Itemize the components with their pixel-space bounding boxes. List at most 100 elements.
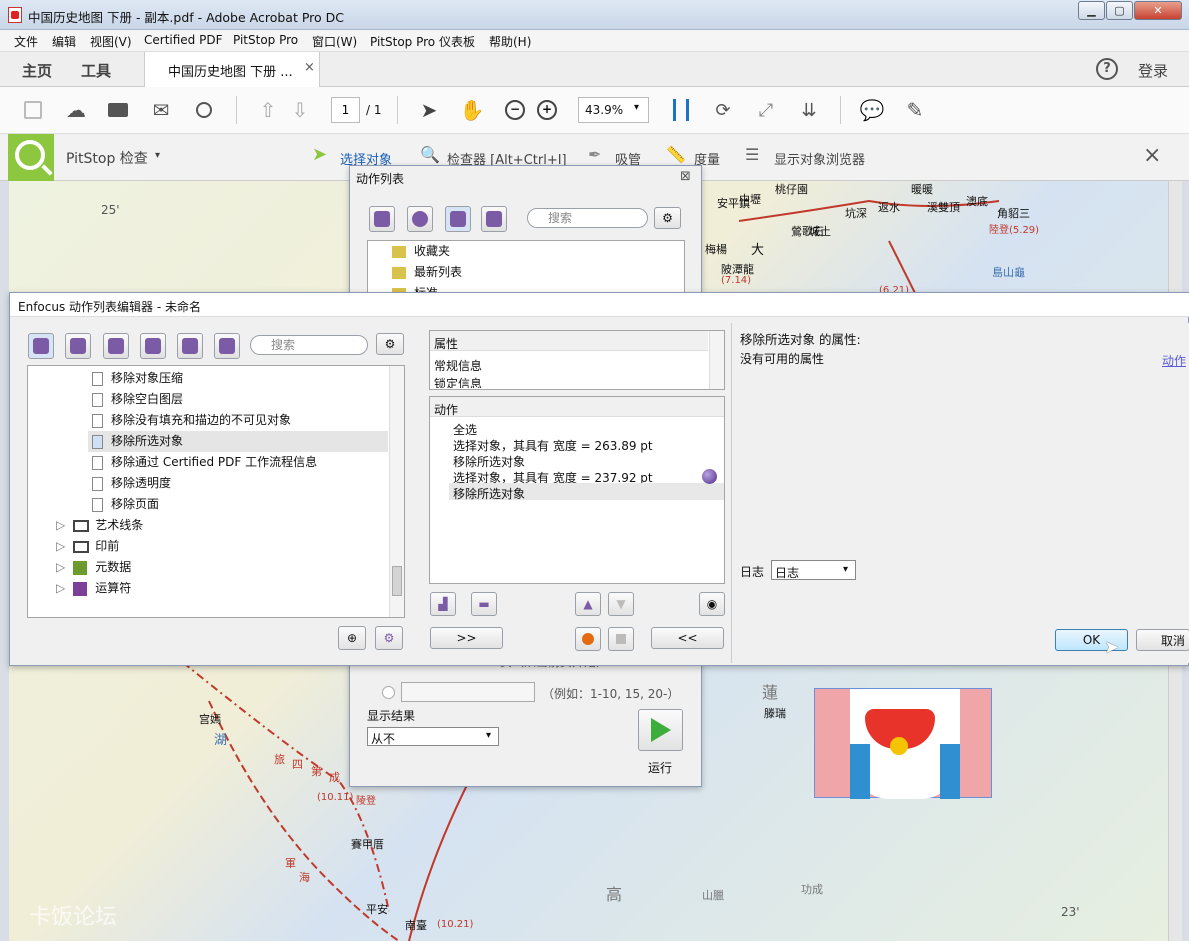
document-icon [92, 476, 103, 491]
scroll-mode-icon[interactable]: ⇊ [795, 96, 823, 124]
globe-icon[interactable] [407, 206, 433, 232]
tree-group-lineart[interactable]: ▷ 艺术线条 [56, 515, 143, 536]
property-row-lock[interactable]: 锁定信息 [434, 375, 482, 388]
menu-pitstop-pro[interactable]: PitStop Pro [233, 33, 298, 47]
stop-button[interactable] [608, 627, 634, 651]
prev-page-icon[interactable]: ⇧ [254, 96, 282, 124]
editor-search[interactable]: 搜索 [250, 335, 368, 355]
page-range-input[interactable] [401, 682, 535, 702]
document-icon [92, 434, 103, 449]
action-step[interactable]: 移除所选对象 [453, 485, 525, 502]
radio-custom-range[interactable] [382, 686, 395, 699]
email-icon[interactable]: ✉ [147, 96, 175, 124]
select-actions-icon[interactable] [65, 333, 91, 359]
tree-group-metadata[interactable]: ▷ 元数据 [56, 557, 131, 578]
log-select[interactable]: 日志 ▾ [771, 560, 856, 580]
menu-certified-pdf[interactable]: Certified PDF [144, 33, 223, 47]
display-result-select[interactable]: 从不 ▾ [367, 727, 499, 746]
action-list-search[interactable]: 搜索 [527, 208, 648, 228]
tree-item-remove-invisible[interactable]: 移除没有填充和描边的不可见对象 [92, 410, 291, 431]
zoom-in-icon[interactable]: + [533, 96, 561, 124]
filter-icon[interactable] [481, 206, 507, 232]
maximize-button[interactable]: ▢ [1106, 1, 1133, 20]
map-label: 角貂三 [997, 207, 1030, 220]
search-icon[interactable] [190, 96, 218, 124]
tool-actions-icon[interactable] [214, 333, 240, 359]
tab-tools[interactable]: 工具 [81, 60, 111, 81]
print-icon[interactable] [104, 96, 132, 124]
tree-scrollbar[interactable] [389, 366, 404, 617]
tree-item-remove-transparency[interactable]: 移除透明度 [92, 473, 171, 494]
preview-button[interactable]: ◉ [699, 592, 725, 616]
forward-button[interactable]: >> [430, 627, 503, 649]
record-button[interactable] [575, 627, 601, 651]
hand-icon[interactable]: ✋ [458, 96, 486, 124]
gear-icon[interactable] [445, 206, 471, 232]
fullscreen-icon[interactable]: ⤢ [752, 96, 780, 124]
zoom-select[interactable]: 43.9% ▾ [578, 97, 649, 123]
minimize-button[interactable]: ▁ [1078, 1, 1105, 20]
tree-item-remove-empty-layers[interactable]: 移除空白图层 [92, 389, 183, 410]
add-action-button[interactable]: ⚙ [375, 626, 403, 650]
menu-file[interactable]: 文件 [14, 33, 38, 50]
back-button[interactable]: << [651, 627, 724, 649]
menu-view[interactable]: 视图(V) [90, 33, 132, 50]
pitstop-title[interactable]: PitStop 检查 [66, 148, 148, 168]
close-pitstop-icon[interactable]: × [1143, 143, 1161, 168]
next-page-icon[interactable]: ⇩ [286, 96, 314, 124]
tree-item-remove-selected[interactable]: 移除所选对象 [88, 431, 388, 452]
property-scrollbar[interactable] [709, 331, 724, 389]
tree-item-remove-pages[interactable]: 移除页面 [92, 494, 159, 515]
tab-close-icon[interactable]: × [304, 60, 315, 75]
select-arrow-icon[interactable]: ➤ [415, 96, 443, 124]
property-row-general[interactable]: 常规信息 [434, 357, 482, 374]
action-link[interactable]: 动作 [1162, 352, 1186, 369]
zoom-out-icon[interactable]: − [501, 96, 529, 124]
pen-icon[interactable]: ✎ [901, 96, 929, 124]
add-step-button[interactable]: ▟ [430, 592, 456, 616]
move-down-button[interactable]: ▼ [608, 592, 634, 616]
tree-group-prepress[interactable]: ▷ 印前 [56, 536, 119, 557]
menu-edit[interactable]: 编辑 [52, 33, 76, 50]
tree-folder-favorites[interactable]: 收藏夹 [392, 241, 450, 262]
menu-window[interactable]: 窗口(W) [312, 33, 357, 50]
fit-page-icon[interactable] [667, 96, 695, 124]
convert-actions-icon[interactable] [103, 333, 129, 359]
tab-home[interactable]: 主页 [22, 60, 52, 81]
editor-settings-button[interactable]: ⚙ [376, 333, 404, 355]
actions-category-icon[interactable] [28, 333, 54, 359]
new-action-button[interactable]: ⊕ [338, 626, 366, 650]
move-up-button[interactable]: ▲ [575, 592, 601, 616]
comment-icon[interactable]: 💬 [858, 96, 886, 124]
map-label: 蓮 [762, 683, 779, 702]
remove-step-button[interactable]: ▬ [471, 592, 497, 616]
run-button[interactable] [638, 709, 683, 751]
tab-document-label: 中国历史地图 下册 ... [168, 65, 293, 80]
close-icon[interactable]: ⊠ [680, 169, 691, 184]
cancel-button[interactable]: 取消 [1136, 629, 1189, 651]
tab-document[interactable]: 中国历史地图 下册 ... × [144, 52, 320, 87]
page-number-input[interactable] [331, 97, 360, 123]
map-label: 湖 [214, 733, 228, 748]
selected-image-object[interactable] [814, 688, 992, 799]
menu-pitstop-dashboard[interactable]: PitStop Pro 仪表板 [370, 33, 475, 50]
check-icon[interactable] [369, 206, 395, 232]
login-link[interactable]: 登录 [1138, 60, 1168, 81]
upload-icon[interactable]: ☁ [62, 96, 90, 124]
close-window-button[interactable]: ✕ [1134, 1, 1182, 20]
rotate-icon[interactable]: ⟳ [709, 96, 737, 124]
action-step[interactable]: 选择对象，其具有 宽度 = 263.89 pt [453, 437, 653, 454]
menu-help[interactable]: 帮助(H) [489, 33, 531, 50]
tree-group-operators[interactable]: ▷ 运算符 [56, 578, 131, 599]
action-step[interactable]: 移除所选对象 [453, 453, 525, 470]
save-icon[interactable] [19, 96, 47, 124]
action-step[interactable]: 全选 [453, 421, 477, 438]
tree-item-remove-compression[interactable]: 移除对象压缩 [92, 368, 183, 389]
object-browser-tool[interactable]: 显示对象浏览器 [774, 149, 865, 168]
tree-folder-recent[interactable]: 最新列表 [392, 262, 462, 283]
info-actions-icon[interactable] [177, 333, 203, 359]
check-actions-icon[interactable] [140, 333, 166, 359]
tree-item-remove-certified-info[interactable]: 移除通过 Certified PDF 工作流程信息 [92, 452, 317, 473]
help-icon[interactable]: ? [1096, 58, 1118, 80]
settings-menu-button[interactable]: ⚙ [654, 207, 681, 229]
